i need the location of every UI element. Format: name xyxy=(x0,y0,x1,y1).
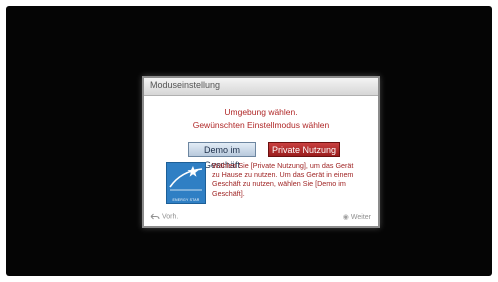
info-line-2: zu Hause zu nutzen. Um das Gerät in eine… xyxy=(212,170,354,180)
prompt-line-1: Umgebung wählen. xyxy=(224,107,298,117)
next-label: Weiter xyxy=(350,214,371,221)
home-use-button[interactable]: Private Nutzung xyxy=(268,142,340,157)
mode-setting-dialog: Moduseinstellung Umgebung wählen. Gewüns… xyxy=(142,76,380,228)
dialog-footer: Vorh. ◉ Weiter xyxy=(144,212,378,226)
demo-mode-button[interactable]: Demo im Geschäft xyxy=(188,142,256,170)
back-button[interactable]: Vorh. xyxy=(150,213,178,220)
energy-star-icon xyxy=(169,166,203,191)
info-line-4: Geschäft]. xyxy=(212,188,245,198)
info-text: Wählen Sie [Private Nutzung], um das Ger… xyxy=(212,161,370,198)
tv-screen: Moduseinstellung Umgebung wählen. Gewüns… xyxy=(6,6,492,276)
info-line-1: Wählen Sie [Private Nutzung], um das Ger… xyxy=(212,161,354,170)
back-arrow-icon xyxy=(150,213,160,220)
back-label: Vorh. xyxy=(161,213,179,221)
next-button[interactable]: ◉ Weiter xyxy=(343,213,371,221)
prompt-line-2: Gewünschten Einstellmodus wählen xyxy=(192,120,330,130)
dialog-title: Moduseinstellung xyxy=(150,80,221,90)
energy-star-logo: ENERGY STAR xyxy=(166,162,206,204)
ok-dot-icon: ◉ xyxy=(342,214,349,221)
dialog-header: Moduseinstellung xyxy=(144,78,378,96)
energy-star-label: ENERGY STAR xyxy=(172,198,200,202)
info-line-3: Geschäft zu nutzen, wählen Sie [Demo im xyxy=(212,179,346,189)
